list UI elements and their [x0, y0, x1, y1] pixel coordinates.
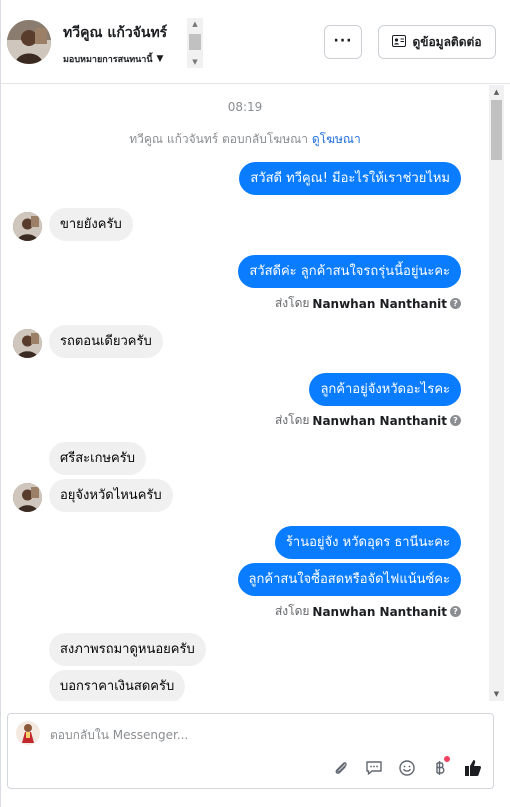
incoming-message: อยุจังหวัดไหนครับ: [49, 479, 173, 512]
outgoing-message: ลูกค้าอยู่จังหวัดอะไรคะ: [309, 373, 461, 406]
header-scrollbar[interactable]: ▲ ▼: [187, 18, 203, 68]
view-contact-button[interactable]: ดูข้อมูลติดต่อ: [378, 25, 496, 59]
incoming-message: บอกราคาเงินสดครับ: [49, 670, 186, 701]
sent-by-prefix: ส่งโดย: [274, 413, 310, 427]
contact-card-icon: [392, 34, 407, 50]
thread-scrollbar[interactable]: ▲ ▼: [489, 85, 504, 701]
customer-avatar-small: [13, 329, 42, 358]
page-avatar: [16, 721, 40, 745]
caret-down-icon: ▼: [156, 54, 164, 64]
reply-input[interactable]: [50, 724, 470, 746]
scrollbar-thumb[interactable]: [491, 100, 502, 160]
ad-reply-notice: ทวีคูณ แก้วจันทร์ ตอบกลับโฆษณา ดูโฆษณา: [1, 130, 489, 149]
sent-by-info: ส่งโดย Nanwhan Nanthanit ?: [275, 602, 461, 621]
timestamp: 08:19: [227, 100, 263, 114]
sent-by-info: ส่งโดย Nanwhan Nanthanit ?: [275, 411, 461, 430]
incoming-message: สงภาพรถมาดูหนอยครับ: [49, 633, 206, 666]
outgoing-message: ลูกค้าสนใจซื้อสดหรือจัดไฟแน้นซ์คะ: [237, 563, 461, 596]
scroll-up-arrow-icon[interactable]: ▲: [489, 85, 504, 99]
chat-bubble-icon[interactable]: [364, 758, 384, 778]
sender-name: Nanwhan Nanthanit: [312, 604, 447, 619]
sent-by-prefix: ส่งโดย: [274, 604, 310, 618]
outgoing-message: ร้านอยู่จัง หวัดอุดร ธานีนะคะ: [274, 526, 461, 559]
customer-avatar[interactable]: [7, 20, 51, 64]
assign-conversation-dropdown[interactable]: มอบหมายการสนทนานี้ ▼: [63, 52, 163, 66]
ad-reply-text: ทวีคูณ แก้วจันทร์ ตอบกลับโฆษณา: [129, 132, 308, 146]
customer-name[interactable]: ทวีคูณ แก้วจันทร์: [63, 22, 167, 44]
view-contact-label: ดูข้อมูลติดต่อ: [412, 34, 482, 49]
customer-avatar-small: [13, 212, 42, 241]
thumbs-up-icon[interactable]: [463, 758, 483, 778]
incoming-message: รถตอนเดียวครับ: [49, 325, 163, 358]
baht-icon[interactable]: [430, 756, 450, 778]
conversation-header: ทวีคูณ แก้วจันทร์ มอบหมายการสนทนานี้ ▼ ▲…: [1, 0, 510, 84]
sender-name: Nanwhan Nanthanit: [312, 413, 447, 428]
notification-dot: [444, 756, 450, 762]
incoming-message: ขายยังครับ: [49, 208, 133, 241]
help-icon[interactable]: ?: [450, 415, 461, 426]
incoming-message: ศรีสะเกษครับ: [49, 442, 146, 475]
scroll-up-arrow-icon[interactable]: ▲: [187, 18, 203, 30]
message-thread[interactable]: 08:19 ทวีคูณ แก้วจันทร์ ตอบกลับโฆษณา ดูโ…: [1, 85, 489, 701]
outgoing-message: สวัสดี ทวีคูณ! มีอะไรให้เราช่วยไหม: [239, 162, 461, 195]
conversation-panel: ทวีคูณ แก้วจันทร์ มอบหมายการสนทนานี้ ▼ ▲…: [0, 0, 510, 807]
scrollbar-thumb[interactable]: [189, 34, 201, 50]
customer-avatar-small: [13, 483, 42, 512]
sent-by-info: ส่งโดย Nanwhan Nanthanit ?: [275, 294, 461, 313]
more-options-button[interactable]: ···: [324, 25, 362, 59]
sent-by-prefix: ส่งโดย: [274, 296, 310, 310]
scroll-down-arrow-icon[interactable]: ▼: [489, 687, 504, 701]
outgoing-message: สวัสดีค่ะ ลูกค้าสนใจรถรุ่นนี้อยู่นะคะ: [238, 255, 461, 288]
scroll-down-arrow-icon[interactable]: ▼: [187, 56, 203, 68]
assign-label: มอบหมายการสนทนานี้: [63, 55, 153, 65]
smiley-icon[interactable]: [397, 758, 417, 778]
sender-name: Nanwhan Nanthanit: [312, 296, 447, 311]
reply-composer: [7, 713, 494, 789]
help-icon[interactable]: ?: [450, 298, 461, 309]
help-icon[interactable]: ?: [450, 606, 461, 617]
composer-toolbar: [331, 756, 483, 778]
view-ad-link[interactable]: ดูโฆษณา: [312, 132, 361, 146]
paperclip-icon[interactable]: [331, 758, 351, 778]
